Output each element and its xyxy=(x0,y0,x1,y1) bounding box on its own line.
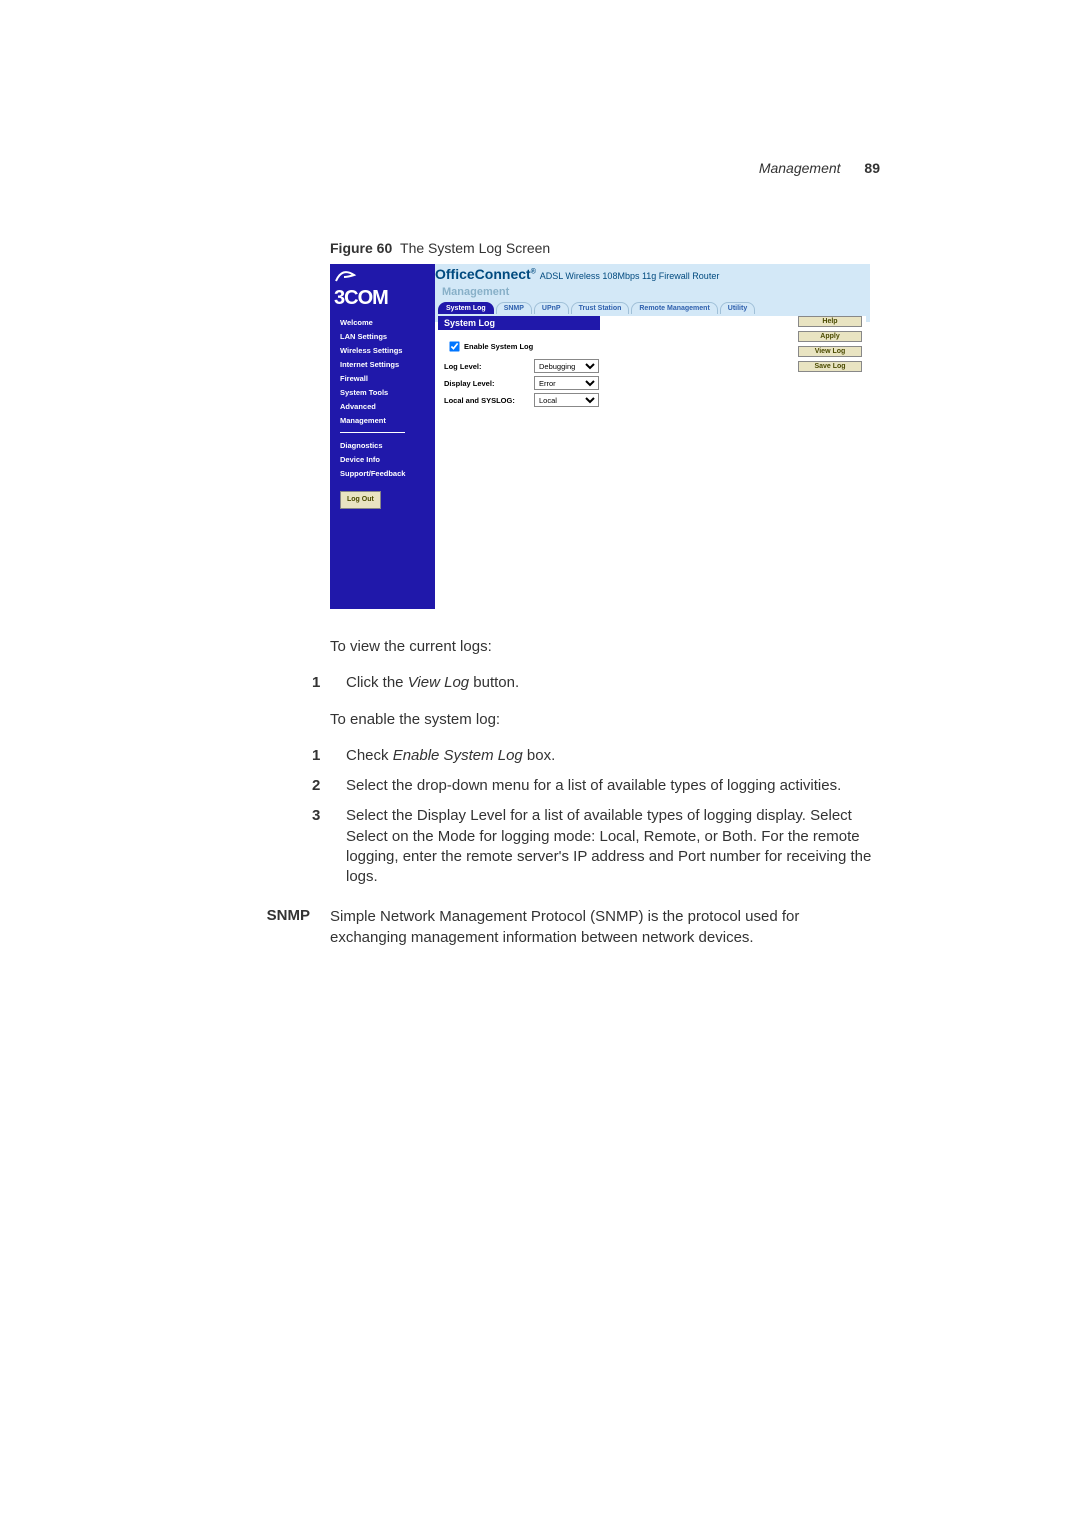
p-enable-log: To enable the system log: xyxy=(330,710,880,730)
tab-trust-station[interactable]: Trust Station xyxy=(571,302,630,314)
view-log-button[interactable]: View Log xyxy=(798,346,862,357)
running-head: Management 89 xyxy=(759,160,880,176)
save-log-button[interactable]: Save Log xyxy=(798,361,862,372)
nav-list: Welcome LAN Settings Wireless Settings I… xyxy=(340,316,405,509)
local-syslog-select[interactable]: Local xyxy=(534,393,599,407)
nav-internet-settings[interactable]: Internet Settings xyxy=(340,358,405,372)
tab-upnp[interactable]: UPnP xyxy=(534,302,569,314)
p-view-logs: To view the current logs: xyxy=(330,637,880,657)
apply-button[interactable]: Apply xyxy=(798,331,862,342)
display-level-label: Display Level: xyxy=(444,379,534,388)
section-snmp: SNMP Simple Network Management Protocol … xyxy=(230,907,880,948)
log-level-select[interactable]: Debugging xyxy=(534,359,599,373)
nav-firewall[interactable]: Firewall xyxy=(340,372,405,386)
sidebar: 3COM Welcome LAN Settings Wireless Setti… xyxy=(330,264,435,609)
body-text-1: To view the current logs: xyxy=(330,637,880,657)
brand-text: 3COM xyxy=(334,287,388,309)
row-display-level: Display Level: Error xyxy=(444,376,860,390)
tab-bar: System Log SNMP UPnP Trust Station Remot… xyxy=(438,302,757,314)
log-level-label: Log Level: xyxy=(444,362,534,371)
banner-main: OfficeConnect xyxy=(435,266,531,282)
tab-snmp[interactable]: SNMP xyxy=(496,302,532,314)
side-buttons: Help Apply View Log Save Log xyxy=(798,316,862,372)
row-local-syslog: Local and SYSLOG: Local xyxy=(444,393,860,407)
list-item: Click the View Log button. xyxy=(330,673,880,693)
tab-remote-management[interactable]: Remote Management xyxy=(631,302,717,314)
banner-tail: ADSL Wireless 108Mbps 11g Firewall Route… xyxy=(540,271,720,281)
snmp-body: Simple Network Management Protocol (SNMP… xyxy=(330,907,880,948)
section-subtitle: Management xyxy=(442,286,509,298)
swirl-icon xyxy=(334,269,358,283)
figure-label: Figure 60 xyxy=(330,240,392,256)
snmp-heading: SNMP xyxy=(230,907,330,948)
logout-button[interactable]: Log Out xyxy=(340,491,381,509)
page-number: 89 xyxy=(864,160,880,176)
nav-device-info[interactable]: Device Info xyxy=(340,453,405,467)
panel-title: System Log xyxy=(438,316,600,330)
nav-management[interactable]: Management xyxy=(340,414,405,428)
list-item: Check Enable System Log box. xyxy=(330,746,880,766)
enable-system-log-checkbox[interactable] xyxy=(449,341,459,351)
nav-advanced[interactable]: Advanced xyxy=(340,400,405,414)
list-item: Select the drop-down menu for a list of … xyxy=(330,776,880,796)
nav-diagnostics[interactable]: Diagnostics xyxy=(340,439,405,453)
local-syslog-label: Local and SYSLOG: xyxy=(444,396,534,405)
nav-wireless-settings[interactable]: Wireless Settings xyxy=(340,344,405,358)
list-enable-log: Check Enable System Log box. Select the … xyxy=(230,746,880,888)
list-item: Select the Display Level for a list of a… xyxy=(330,806,880,887)
running-head-title: Management xyxy=(759,160,841,176)
brand-logo: 3COM xyxy=(334,264,388,310)
nav-support-feedback[interactable]: Support/Feedback xyxy=(340,467,405,481)
page: Management 89 Figure 60 The System Log S… xyxy=(0,0,1080,1527)
display-level-select[interactable]: Error xyxy=(534,376,599,390)
nav-welcome[interactable]: Welcome xyxy=(340,316,405,330)
enable-system-log-label: Enable System Log xyxy=(464,342,554,351)
help-button[interactable]: Help xyxy=(798,316,862,327)
figure-caption: Figure 60 The System Log Screen xyxy=(330,240,880,256)
product-banner: OfficeConnect® ADSL Wireless 108Mbps 11g… xyxy=(435,266,719,282)
list-view-logs: Click the View Log button. xyxy=(230,673,880,693)
figure-title: The System Log Screen xyxy=(400,240,550,256)
nav-lan-settings[interactable]: LAN Settings xyxy=(340,330,405,344)
screenshot-system-log: 3COM Welcome LAN Settings Wireless Setti… xyxy=(330,264,870,609)
body-text-2: To enable the system log: xyxy=(330,710,880,730)
nav-divider xyxy=(340,432,405,433)
tab-utility[interactable]: Utility xyxy=(720,302,755,314)
tab-system-log[interactable]: System Log xyxy=(438,302,494,314)
nav-system-tools[interactable]: System Tools xyxy=(340,386,405,400)
